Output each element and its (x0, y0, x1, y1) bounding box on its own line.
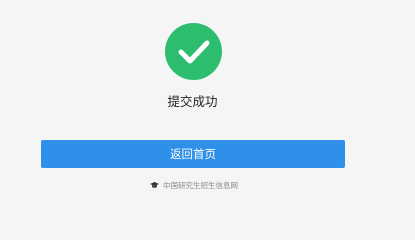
footer: 中国研究生招生信息网 (0, 181, 388, 191)
checkmark-icon (178, 40, 210, 64)
status-message: 提交成功 (167, 94, 218, 109)
footer-site-name: 中国研究生招生信息网 (163, 181, 238, 190)
back-home-button[interactable]: 返回首页 (41, 140, 345, 168)
success-check-icon (165, 23, 222, 80)
graduation-cap-icon (150, 182, 159, 188)
